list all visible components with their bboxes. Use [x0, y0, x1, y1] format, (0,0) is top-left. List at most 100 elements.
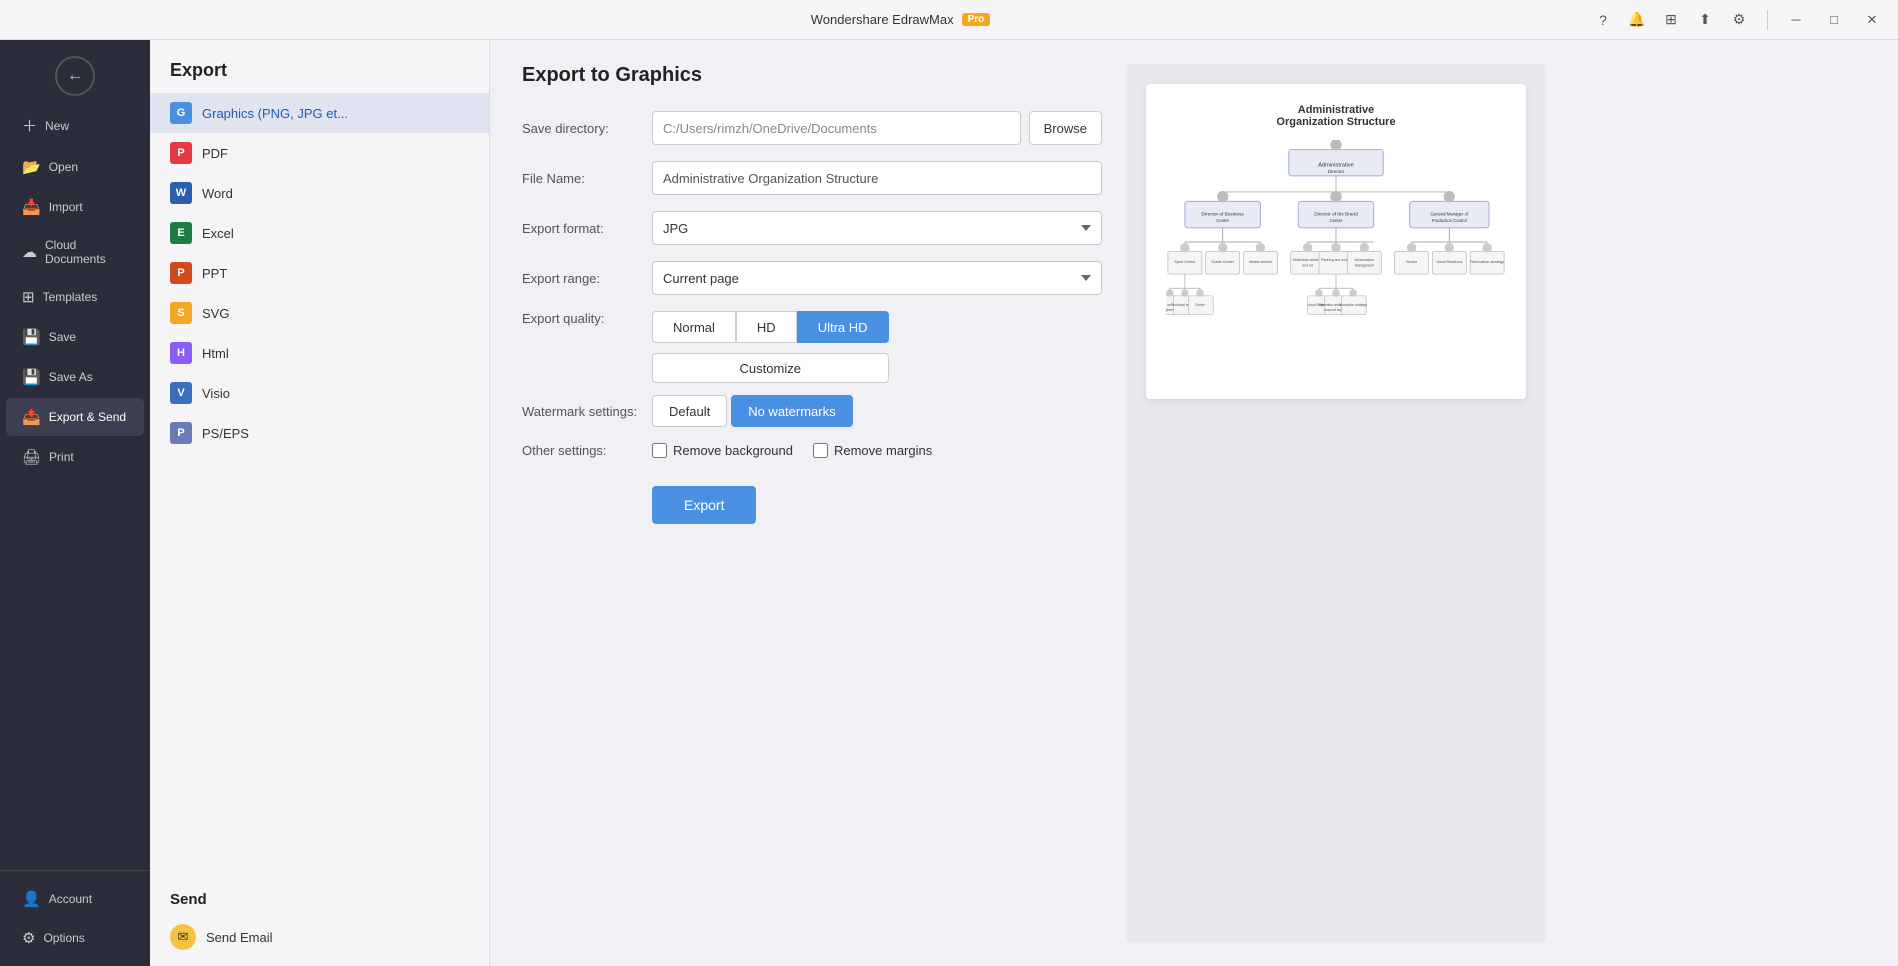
other-settings-row: Other settings: Remove background Remove…	[522, 443, 1102, 458]
minimize-button[interactable]: ─	[1782, 6, 1810, 34]
pdf-icon: P	[170, 142, 192, 164]
sidebar-item-cloud[interactable]: ☁ Cloud Documents	[6, 228, 144, 276]
export-range-select[interactable]: Current page All pages Selected pages	[652, 261, 1102, 295]
sidebar-item-options[interactable]: ⚙ Options	[6, 919, 144, 957]
account-icon: 👤	[22, 890, 41, 908]
sidebar-item-options-label: Options	[43, 931, 84, 945]
svg-text:Sport Center: Sport Center	[1174, 260, 1196, 264]
apps-icon[interactable]: ⊞	[1657, 6, 1685, 34]
svg-text:Production Control: Production Control	[1432, 218, 1467, 223]
sidebar-item-new[interactable]: ＋ New	[6, 105, 144, 146]
export-item-excel[interactable]: E Excel	[150, 213, 489, 253]
export-panel: Export G Graphics (PNG, JPG et... P PDF …	[150, 40, 490, 966]
maximize-button[interactable]: □	[1820, 6, 1848, 34]
sidebar-item-export[interactable]: 📤 Export & Send	[6, 398, 144, 436]
export-item-html[interactable]: H Html	[150, 333, 489, 373]
html-icon: H	[170, 342, 192, 364]
share-icon[interactable]: ⬆	[1691, 6, 1719, 34]
visio-label: Visio	[202, 386, 230, 401]
checkbox-group: Remove background Remove margins	[652, 443, 932, 458]
svg-text:Director: Director	[1328, 169, 1345, 175]
quality-buttons: Normal HD Ultra HD	[652, 311, 889, 343]
export-format-select[interactable]: JPG PNG BMP GIF SVG	[652, 211, 1102, 245]
email-icon: ✉	[170, 924, 196, 950]
svg-text:Sector: Sector	[1406, 260, 1418, 264]
remove-background-checkbox[interactable]: Remove background	[652, 443, 793, 458]
sidebar-item-save[interactable]: 💾 Save	[6, 318, 144, 356]
print-icon: 🖨	[22, 448, 41, 466]
file-name-row: File Name:	[522, 161, 1102, 195]
export-list: G Graphics (PNG, JPG et... P PDF W Word …	[150, 93, 489, 879]
send-title: Send	[170, 891, 469, 908]
preview-chart-title: Administrative Organization Structure	[1166, 104, 1506, 128]
save-directory-input[interactable]	[652, 111, 1021, 145]
svg-text:Management: Management	[1355, 264, 1374, 268]
left-sidebar: ← ＋ New 📂 Open 📥 Import ☁ Cloud Document…	[0, 40, 150, 966]
export-item-svg[interactable]: S SVG	[150, 293, 489, 333]
sidebar-item-export-label: Export & Send	[49, 410, 126, 424]
sidebar-item-account-label: Account	[49, 892, 92, 906]
notification-icon[interactable]: 🔔	[1623, 6, 1651, 34]
export-item-ppt[interactable]: P PPT	[150, 253, 489, 293]
watermark-label: Watermark settings:	[522, 404, 652, 419]
sidebar-item-import[interactable]: 📥 Import	[6, 188, 144, 226]
svg-label: SVG	[202, 306, 229, 321]
sidebar-item-account[interactable]: 👤 Account	[6, 880, 144, 918]
graphics-icon: G	[170, 102, 192, 124]
import-icon: 📥	[22, 198, 41, 216]
remove-background-input[interactable]	[652, 443, 667, 458]
save-directory-row: Save directory: Browse	[522, 111, 1102, 145]
sidebar-item-print[interactable]: 🖨 Print	[6, 438, 144, 476]
pro-badge: Pro	[962, 13, 991, 26]
file-name-input[interactable]	[652, 161, 1102, 195]
send-email-item[interactable]: ✉ Send Email	[170, 916, 469, 958]
svg-text:Administrative: Administrative	[1318, 162, 1354, 168]
quality-hd-button[interactable]: HD	[736, 311, 797, 343]
svg-text:Planning and control: Planning and control	[1321, 258, 1351, 262]
sidebar-item-new-label: New	[45, 119, 69, 133]
nav-bottom: 👤 Account ⚙ Options	[0, 870, 150, 958]
watermark-none-button[interactable]: No watermarks	[731, 395, 852, 427]
export-item-graphics[interactable]: G Graphics (PNG, JPG et...	[150, 93, 489, 133]
svg-text:and art: and art	[1303, 264, 1313, 268]
close-button[interactable]: ✕	[1858, 6, 1886, 34]
sidebar-item-print-label: Print	[49, 450, 74, 464]
quality-ultrahd-button[interactable]: Ultra HD	[797, 311, 889, 343]
export-item-visio[interactable]: V Visio	[150, 373, 489, 413]
watermark-default-button[interactable]: Default	[652, 395, 727, 427]
quality-normal-button[interactable]: Normal	[652, 311, 736, 343]
content-area: Export to Graphics Save directory: Brows…	[490, 40, 1898, 966]
remove-margins-input[interactable]	[813, 443, 828, 458]
back-button[interactable]: ←	[55, 56, 95, 96]
export-item-word[interactable]: W Word	[150, 173, 489, 213]
ppt-icon: P	[170, 262, 192, 284]
settings-icon[interactable]: ⚙	[1725, 6, 1753, 34]
export-icon: 📤	[22, 408, 41, 426]
sidebar-item-templates[interactable]: ⊞ Templates	[6, 278, 144, 316]
remove-background-label: Remove background	[673, 443, 793, 458]
browse-button[interactable]: Browse	[1029, 111, 1102, 145]
excel-icon: E	[170, 222, 192, 244]
sidebar-item-import-label: Import	[49, 200, 83, 214]
send-section: Send ✉ Send Email	[150, 879, 489, 966]
save-icon: 💾	[22, 328, 41, 346]
saveas-icon: 💾	[22, 368, 41, 386]
other-settings-label: Other settings:	[522, 443, 652, 458]
app-name: Wondershare EdrawMax	[811, 12, 954, 27]
templates-icon: ⊞	[22, 288, 35, 306]
sidebar-item-open[interactable]: 📂 Open	[6, 148, 144, 186]
remove-margins-label: Remove margins	[834, 443, 932, 458]
remove-margins-checkbox[interactable]: Remove margins	[813, 443, 932, 458]
export-button[interactable]: Export	[652, 486, 756, 524]
export-quality-label: Export quality:	[522, 311, 652, 326]
sidebar-item-templates-label: Templates	[43, 290, 98, 304]
export-range-label: Export range:	[522, 271, 652, 286]
open-icon: 📂	[22, 158, 41, 176]
excel-label: Excel	[202, 226, 234, 241]
export-item-pseps[interactable]: P PS/EPS	[150, 413, 489, 453]
customize-button[interactable]: Customize	[652, 353, 889, 383]
export-item-pdf[interactable]: P PDF	[150, 133, 489, 173]
toolbar-icons: ? 🔔 ⊞ ⬆ ⚙	[1589, 6, 1753, 34]
help-icon[interactable]: ?	[1589, 6, 1617, 34]
sidebar-item-saveas[interactable]: 💾 Save As	[6, 358, 144, 396]
